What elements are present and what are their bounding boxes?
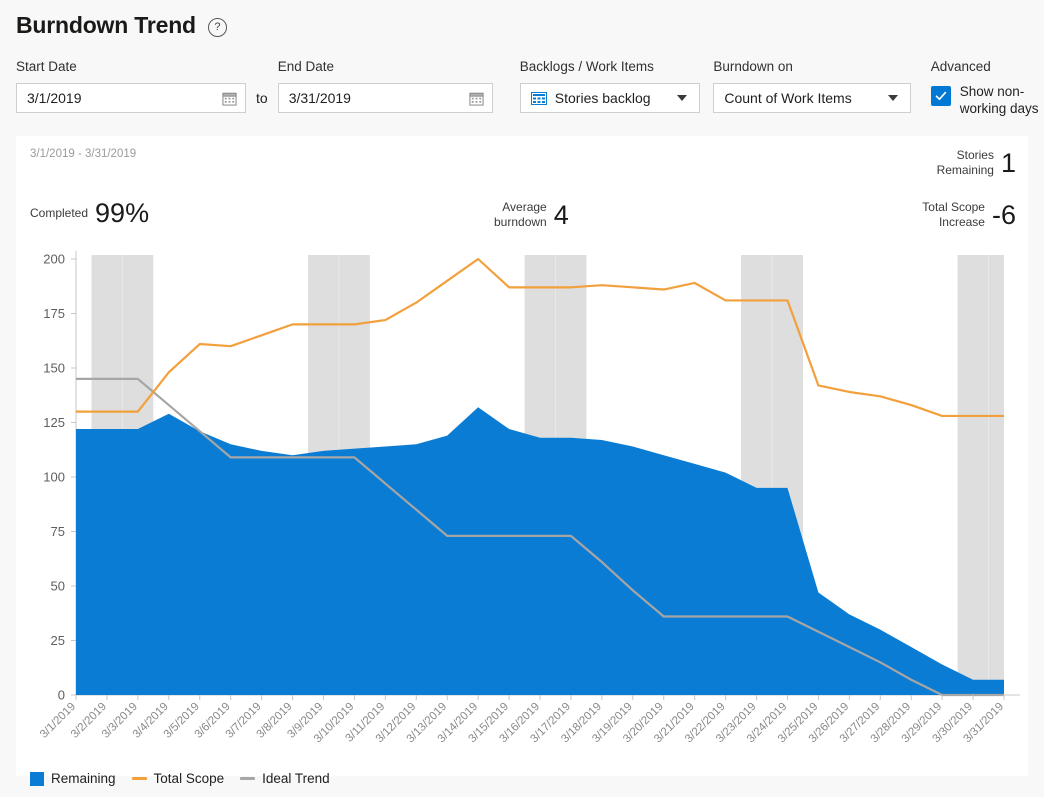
show-nonworking-days-checkbox[interactable] — [931, 86, 951, 106]
svg-text:200: 200 — [43, 252, 65, 267]
advanced-group: Advanced Show non-working days — [931, 58, 1044, 113]
legend-item-ideal-trend[interactable]: Ideal Trend — [240, 771, 330, 786]
chart-plot-area: 0 25 50 75 100 125 150 175 200 3/1/20193/2/20193… — [16, 136, 1028, 776]
svg-text:150: 150 — [43, 361, 65, 376]
page-header: Burndown Trend ? — [0, 0, 1044, 44]
advanced-label: Advanced — [931, 58, 1044, 75]
page-title: Burndown Trend — [16, 14, 196, 37]
legend-label: Ideal Trend — [262, 771, 330, 786]
y-axis-ticks: 0 25 50 75 100 125 150 175 200 — [43, 252, 76, 703]
burndown-plot-svg: 0 25 50 75 100 125 150 175 200 3/1/20193/2/20193… — [16, 136, 1028, 776]
calendar-icon — [222, 91, 237, 106]
backlog-value: Stories backlog — [555, 90, 669, 106]
svg-text:50: 50 — [51, 579, 65, 594]
legend-swatch — [132, 777, 147, 780]
remaining-area-series — [76, 407, 1004, 695]
legend-swatch — [240, 777, 255, 780]
legend-swatch — [30, 772, 44, 786]
burndown-on-value: Count of Work Items — [724, 90, 880, 106]
end-date-label: End Date — [278, 58, 493, 75]
svg-text:0: 0 — [58, 688, 65, 703]
chevron-down-icon — [888, 95, 898, 101]
backlog-label: Backlogs / Work Items — [520, 58, 700, 75]
backlog-grid-icon — [531, 92, 547, 105]
legend-label: Remaining — [51, 771, 116, 786]
chart-legend: Remaining Total Scope Ideal Trend — [30, 771, 339, 786]
range-separator-label: to — [256, 83, 268, 113]
calendar-icon — [469, 91, 484, 106]
burndown-chart-card: 3/1/2019 - 3/31/2019 Stories Remaining 1… — [16, 136, 1028, 776]
svg-text:25: 25 — [51, 633, 65, 648]
svg-text:175: 175 — [43, 306, 65, 321]
legend-item-remaining[interactable]: Remaining — [30, 771, 116, 786]
burndown-on-select[interactable]: Count of Work Items — [713, 83, 911, 113]
backlog-select[interactable]: Stories backlog — [520, 83, 700, 113]
svg-text:75: 75 — [51, 524, 65, 539]
help-circle-icon[interactable]: ? — [208, 18, 227, 37]
burndown-on-group: Burndown on Count of Work Items — [713, 58, 911, 113]
start-date-label: Start Date — [16, 58, 246, 75]
svg-text:125: 125 — [43, 415, 65, 430]
end-date-value: 3/31/2019 — [289, 90, 469, 106]
start-date-group: Start Date 3/1/2019 — [16, 58, 246, 113]
start-date-input[interactable]: 3/1/2019 — [16, 83, 246, 113]
x-axis-tick-labels: 3/1/20193/2/20193/3/20193/4/20193/5/2019… — [38, 695, 1006, 745]
end-date-input[interactable]: 3/31/2019 — [278, 83, 493, 113]
end-date-group: End Date 3/31/2019 — [278, 58, 493, 113]
start-date-value: 3/1/2019 — [27, 90, 222, 106]
chevron-down-icon — [677, 95, 687, 101]
filter-bar: Start Date 3/1/2019 to End Date 3/31/201… — [0, 44, 1044, 113]
svg-text:100: 100 — [43, 470, 65, 485]
check-icon — [935, 90, 947, 102]
burndown-on-label: Burndown on — [713, 58, 911, 75]
legend-item-total-scope[interactable]: Total Scope — [132, 771, 225, 786]
legend-label: Total Scope — [154, 771, 225, 786]
show-nonworking-days-label: Show non-working days — [960, 83, 1044, 117]
backlog-group: Backlogs / Work Items Stories backlog — [520, 58, 700, 113]
